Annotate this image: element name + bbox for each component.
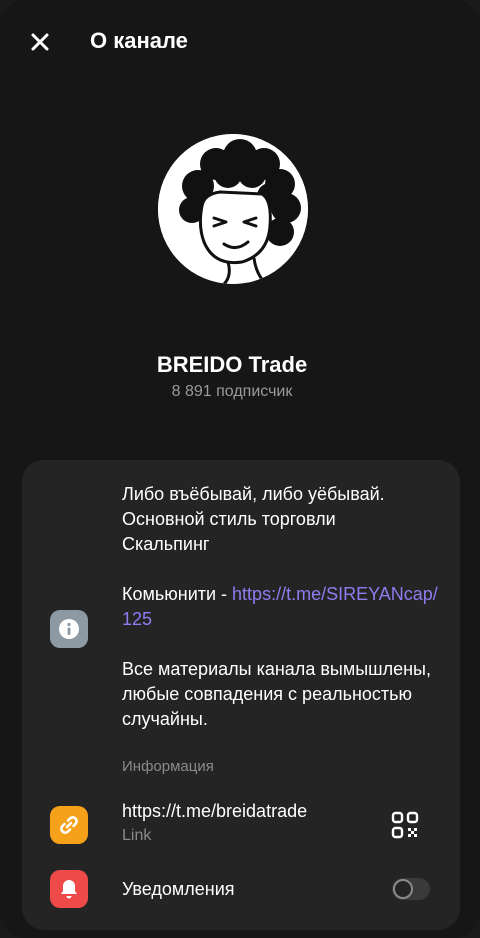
bell-icon-tile	[50, 870, 88, 908]
notifications-label: Уведомления	[122, 879, 235, 899]
channel-info-screen: О канале BREIDO Trade 8 891 подписчик Ли…	[0, 0, 480, 938]
channel-link[interactable]: https://t.me/breidatrade	[122, 801, 307, 822]
toggle-knob	[393, 879, 413, 899]
qr-code-icon	[391, 811, 419, 839]
info-icon	[59, 619, 79, 639]
channel-details-card: Либо въёбывай, либо уёбывай. Основной ст…	[22, 460, 460, 930]
community-line: Комьюнити - https://t.me/SIREYANcap/125	[122, 582, 442, 632]
info-label: Информация	[122, 758, 214, 775]
description-line: Скальпинг	[122, 534, 210, 554]
bell-icon	[61, 880, 77, 899]
header: О канале	[0, 0, 480, 84]
description-line: Основной стиль торговли	[122, 509, 336, 529]
info-icon-tile	[50, 610, 88, 648]
description-line: Либо въёбывай, либо уёбывай.	[122, 484, 385, 504]
avatar-illustration	[158, 134, 308, 284]
qr-code-button[interactable]	[390, 810, 420, 840]
link-label: Link	[122, 827, 152, 844]
channel-description: Либо въёбывай, либо уёбывай. Основной ст…	[122, 482, 442, 732]
close-button[interactable]	[22, 24, 58, 60]
disclaimer-text: Все материалы канала вымышлены, любые со…	[122, 659, 431, 729]
notifications-toggle[interactable]	[392, 878, 430, 900]
subscriber-count: 8 891 подписчик	[171, 383, 293, 400]
community-prefix: Комьюнити -	[122, 584, 233, 604]
link-icon-tile	[50, 806, 88, 844]
close-icon	[31, 33, 49, 51]
channel-avatar[interactable]	[158, 134, 308, 284]
page-title: О канале	[90, 28, 188, 53]
link-icon	[60, 816, 78, 834]
channel-name: BREIDO Trade	[156, 352, 308, 377]
